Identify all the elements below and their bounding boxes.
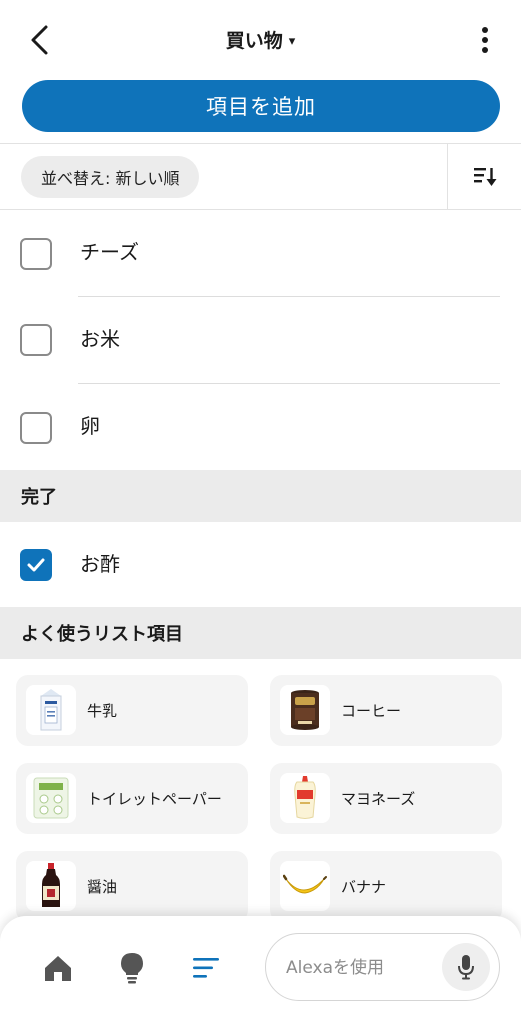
lists-icon (193, 958, 219, 978)
sort-descending-icon (473, 168, 496, 186)
sort-label: 並べ替え: 新しい順 (41, 169, 180, 188)
item-label[interactable]: 卵 (80, 410, 100, 439)
favorite-item-card[interactable]: 牛乳 (16, 675, 248, 746)
item-checkbox-checked[interactable] (20, 549, 52, 581)
sort-order-button[interactable] (448, 144, 521, 210)
caret-down-icon: ▾ (288, 34, 296, 49)
bottom-nav (0, 916, 521, 1024)
item-checkbox[interactable] (20, 238, 52, 270)
favorite-item-card[interactable]: コーヒー (270, 675, 502, 746)
toilet-paper-icon (26, 773, 76, 823)
completed-title: 完了 (21, 487, 57, 508)
banana-icon (280, 861, 330, 911)
favorite-item-label: バナナ (341, 878, 387, 896)
list-item: チーズ (0, 210, 521, 297)
mayonnaise-icon (280, 773, 330, 823)
favorite-item-card[interactable]: 醤油 (16, 851, 248, 922)
item-label[interactable]: チーズ (80, 236, 139, 265)
favorite-item-card[interactable]: バナナ (270, 851, 502, 922)
nav-lists-button[interactable] (186, 948, 226, 988)
alexa-input[interactable] (286, 948, 436, 988)
sort-bar: 並べ替え: 新しい順 (0, 143, 521, 210)
home-icon (45, 956, 71, 981)
favorite-item-label: 醤油 (87, 878, 118, 896)
favorite-item-card[interactable]: マヨネーズ (270, 763, 502, 834)
item-label[interactable]: お酢 (80, 548, 120, 577)
list-item: お米 (0, 297, 521, 384)
list-title-dropdown[interactable]: 買い物 ▾ (0, 26, 521, 53)
list-item: 卵 (0, 384, 521, 471)
completed-item: お酢 (0, 522, 521, 609)
microphone-icon (458, 955, 474, 980)
favorite-item-label: コーヒー (341, 702, 402, 720)
alexa-input-box (265, 933, 500, 1001)
favorite-item-label: マヨネーズ (341, 790, 416, 808)
sort-chip[interactable]: 並べ替え: 新しい順 (21, 156, 200, 198)
header: 買い物 ▾ (0, 0, 521, 78)
completed-section-header: 完了 (0, 470, 521, 522)
more-options-button[interactable] (473, 22, 497, 58)
lightbulb-icon (121, 953, 143, 984)
nav-home-button[interactable] (38, 948, 78, 988)
checkmark-icon (27, 558, 45, 572)
soy-sauce-icon (26, 861, 76, 911)
nav-ideas-button[interactable] (112, 948, 152, 988)
favorites-title: よく使うリスト項目 (21, 624, 183, 645)
coffee-can-icon (280, 685, 330, 735)
favorite-item-card[interactable]: トイレットペーパー (16, 763, 248, 834)
microphone-button[interactable] (442, 943, 490, 991)
page-title: 買い物 (225, 30, 283, 52)
favorite-item-label: 牛乳 (87, 702, 118, 720)
add-item-button[interactable]: 項目を追加 (22, 80, 500, 132)
favorite-item-label: トイレットペーパー (87, 790, 222, 808)
add-item-label: 項目を追加 (206, 95, 316, 119)
item-checkbox[interactable] (20, 324, 52, 356)
item-checkbox[interactable] (20, 412, 52, 444)
milk-carton-icon (26, 685, 76, 735)
item-label[interactable]: お米 (80, 323, 120, 352)
more-vertical-icon (482, 27, 488, 53)
favorites-section-header: よく使うリスト項目 (0, 607, 521, 659)
